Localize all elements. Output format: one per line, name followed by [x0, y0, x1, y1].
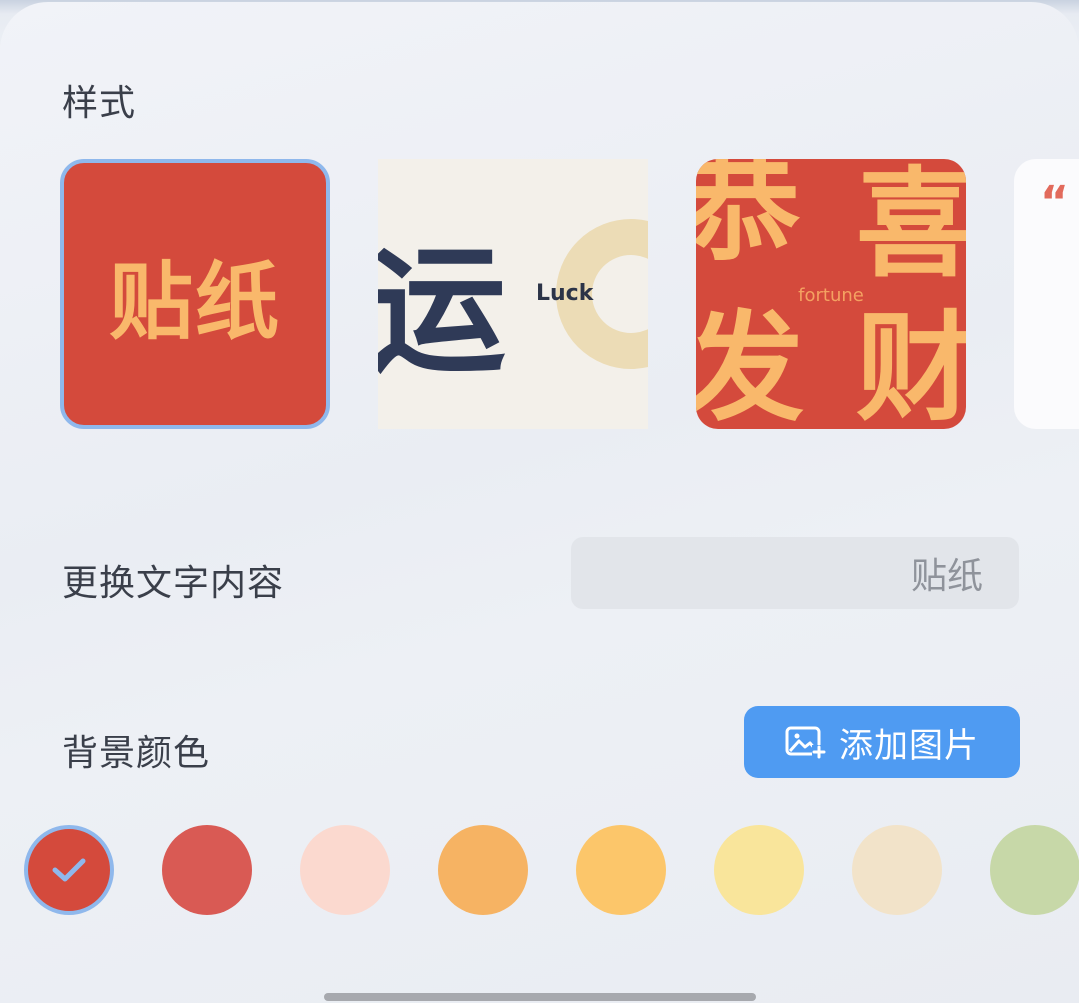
fortune-char-4: 财: [856, 299, 966, 429]
color-swatch[interactable]: [714, 825, 804, 915]
color-swatch[interactable]: [300, 825, 390, 915]
add-image-icon: [785, 726, 827, 759]
style-section-title: 样式: [62, 83, 137, 124]
color-swatch[interactable]: [990, 825, 1079, 915]
sticker-editor-panel: 样式 贴纸 运 Luck 恭 喜 发 财 fortune “ 更换文字内容 背景…: [0, 2, 1079, 1003]
style-card-fortune[interactable]: 恭 喜 发 财 fortune: [696, 159, 966, 429]
style-options-row[interactable]: 贴纸 运 Luck 恭 喜 发 财 fortune “: [0, 159, 1079, 431]
fortune-char-3: 发: [696, 299, 805, 429]
fortune-char-2: 喜: [856, 159, 966, 293]
home-indicator: [324, 993, 756, 1001]
style-card-fortune-word: fortune: [798, 285, 864, 306]
style-card-luck-word: Luck: [536, 281, 594, 306]
style-card-luck-char: 运: [378, 231, 507, 392]
style-card-sticker[interactable]: 贴纸: [60, 159, 330, 429]
color-swatch[interactable]: [24, 825, 114, 915]
color-swatch[interactable]: [438, 825, 528, 915]
quote-mark-icon: “: [1040, 177, 1069, 228]
style-card-sticker-text: 贴纸: [108, 253, 281, 351]
style-card-luck[interactable]: 运 Luck: [378, 159, 648, 429]
background-color-swatches: [0, 825, 1079, 917]
color-swatch[interactable]: [852, 825, 942, 915]
fortune-char-1: 恭: [696, 159, 801, 277]
style-card-quote[interactable]: “: [1014, 159, 1079, 429]
add-image-button-label: 添加图片: [839, 725, 979, 766]
add-image-button[interactable]: 添加图片: [744, 706, 1020, 778]
check-icon: [52, 858, 86, 882]
change-text-input[interactable]: [571, 537, 1019, 609]
color-swatch[interactable]: [162, 825, 252, 915]
background-color-label: 背景颜色: [62, 733, 211, 774]
change-text-label: 更换文字内容: [62, 563, 285, 604]
color-swatch[interactable]: [576, 825, 666, 915]
